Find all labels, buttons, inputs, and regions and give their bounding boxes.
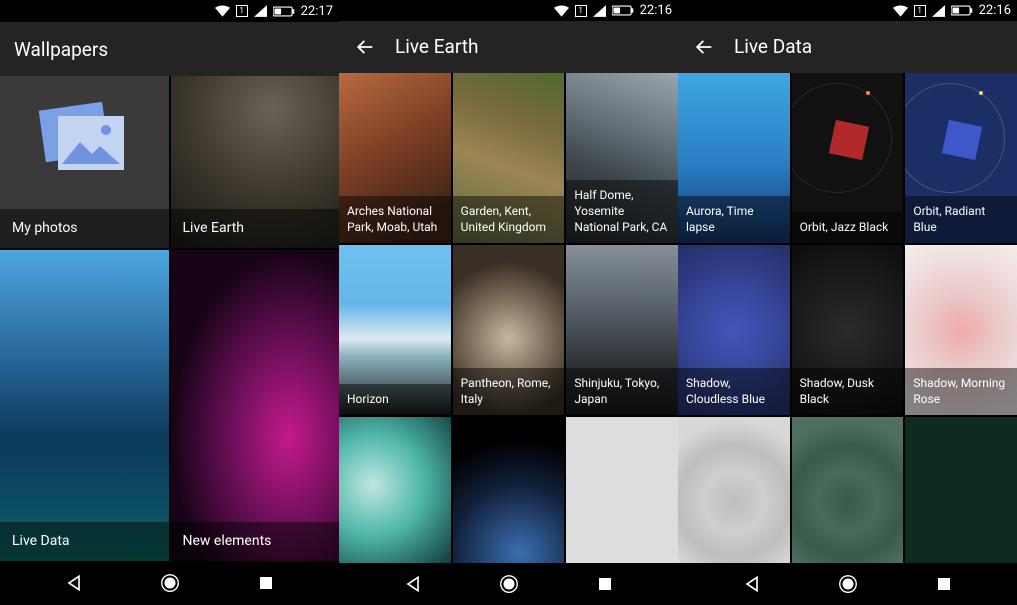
tile-label: Garden, Kent, United Kingdom [453,196,565,242]
wallpaper-tile[interactable]: Orbit, Jazz Black [792,73,904,243]
signal-icon [254,5,267,17]
nav-bar [0,561,339,605]
tile-label: Aurora, Time lapse [678,196,790,242]
wallpaper-tile[interactable]: Pantheon, Rome, Italy [453,245,565,415]
battery-icon [273,6,295,17]
nav-home-button[interactable] [836,572,860,596]
wallpaper-tile[interactable] [339,417,451,563]
back-button[interactable] [353,35,377,59]
wifi-icon [215,5,230,17]
tile-label: Shadow, Morning Rose [905,368,1017,414]
wallpaper-tile[interactable]: Arches National Park, Moab, Utah [339,73,451,243]
sim-icon: 1 [236,5,248,17]
wifi-icon [893,5,908,17]
sim-icon: 1 [914,5,926,17]
tile-label: Shinjuku, Tokyo, Japan [566,368,678,414]
status-bar: 1 22:17 [0,0,339,22]
nav-bar [339,563,678,605]
screen-wallpapers: 1 22:17 Wallpapers [0,0,339,605]
nav-back-button[interactable] [740,572,764,596]
nav-bar [678,563,1017,605]
tile-label: Half Dome, Yosemite National Park, CA [566,180,678,243]
nav-home-button[interactable] [497,572,521,596]
screen-live-data: 1 22:16 Live Data Aurora, Time lapse Orb… [678,0,1017,605]
status-bar: 1 22:16 [339,0,678,21]
wallpaper-tile[interactable]: Shadow, Dusk Black [792,245,904,415]
tile-label: Arches National Park, Moab, Utah [339,196,451,242]
tile-label: Orbit, Jazz Black [792,212,904,242]
status-time: 22:16 [979,3,1011,18]
status-bar: 1 22:16 [678,0,1017,21]
battery-icon [951,5,973,16]
signal-icon [932,5,945,17]
category-new-elements[interactable]: New elements [171,250,340,561]
wallpaper-tile[interactable]: Horizon [339,245,451,415]
tile-label: Pantheon, Rome, Italy [453,368,565,414]
nav-back-button[interactable] [401,572,425,596]
tile-label: Orbit, Radiant Blue [905,196,1017,242]
sim-icon: 1 [575,5,587,17]
wallpaper-tile[interactable] [453,417,565,563]
gallery-icon [34,102,134,188]
tile-label: Shadow, Dusk Black [792,368,904,414]
battery-icon [612,5,634,16]
category-live-data[interactable]: Live Data [0,250,169,561]
tile-label: New elements [171,522,340,561]
app-bar: Live Earth [339,21,678,73]
page-title: Live Earth [395,35,478,58]
app-bar: Wallpapers [0,22,339,76]
wallpaper-tile[interactable]: Garden, Kent, United Kingdom [453,73,565,243]
wallpaper-tile[interactable] [792,417,904,563]
status-time: 22:17 [301,4,333,19]
nav-recent-button[interactable] [593,572,617,596]
wallpaper-tile[interactable]: Shadow, Cloudless Blue [678,245,790,415]
wallpaper-tile[interactable]: Aurora, Time lapse [678,73,790,243]
nav-home-button[interactable] [158,571,182,595]
wifi-icon [554,5,569,17]
app-bar: Live Data [678,21,1017,73]
category-live-earth[interactable]: Live Earth [171,76,340,248]
category-my-photos[interactable]: My photos [0,76,169,248]
nav-back-button[interactable] [62,571,86,595]
nav-recent-button[interactable] [932,572,956,596]
page-title: Live Data [734,35,812,58]
back-button[interactable] [692,35,716,59]
wallpaper-tile[interactable]: Orbit, Radiant Blue [905,73,1017,243]
nav-recent-button[interactable] [254,571,278,595]
wallpaper-tile[interactable]: Half Dome, Yosemite National Park, CA [566,73,678,243]
signal-icon [593,5,606,17]
tile-label: Horizon [339,384,451,414]
status-time: 22:16 [640,3,672,18]
wallpaper-tile[interactable]: Shinjuku, Tokyo, Japan [566,245,678,415]
screen-live-earth: 1 22:16 Live Earth Arches National Park,… [339,0,678,605]
wallpaper-tile[interactable] [566,417,678,563]
wallpaper-tile[interactable] [905,417,1017,563]
tile-label: Live Earth [171,209,340,248]
tile-label: Live Data [0,522,169,561]
tile-label: Shadow, Cloudless Blue [678,368,790,414]
page-title: Wallpapers [14,38,108,61]
tile-label: My photos [0,209,169,248]
wallpaper-tile[interactable]: Shadow, Morning Rose [905,245,1017,415]
wallpaper-tile[interactable] [678,417,790,563]
